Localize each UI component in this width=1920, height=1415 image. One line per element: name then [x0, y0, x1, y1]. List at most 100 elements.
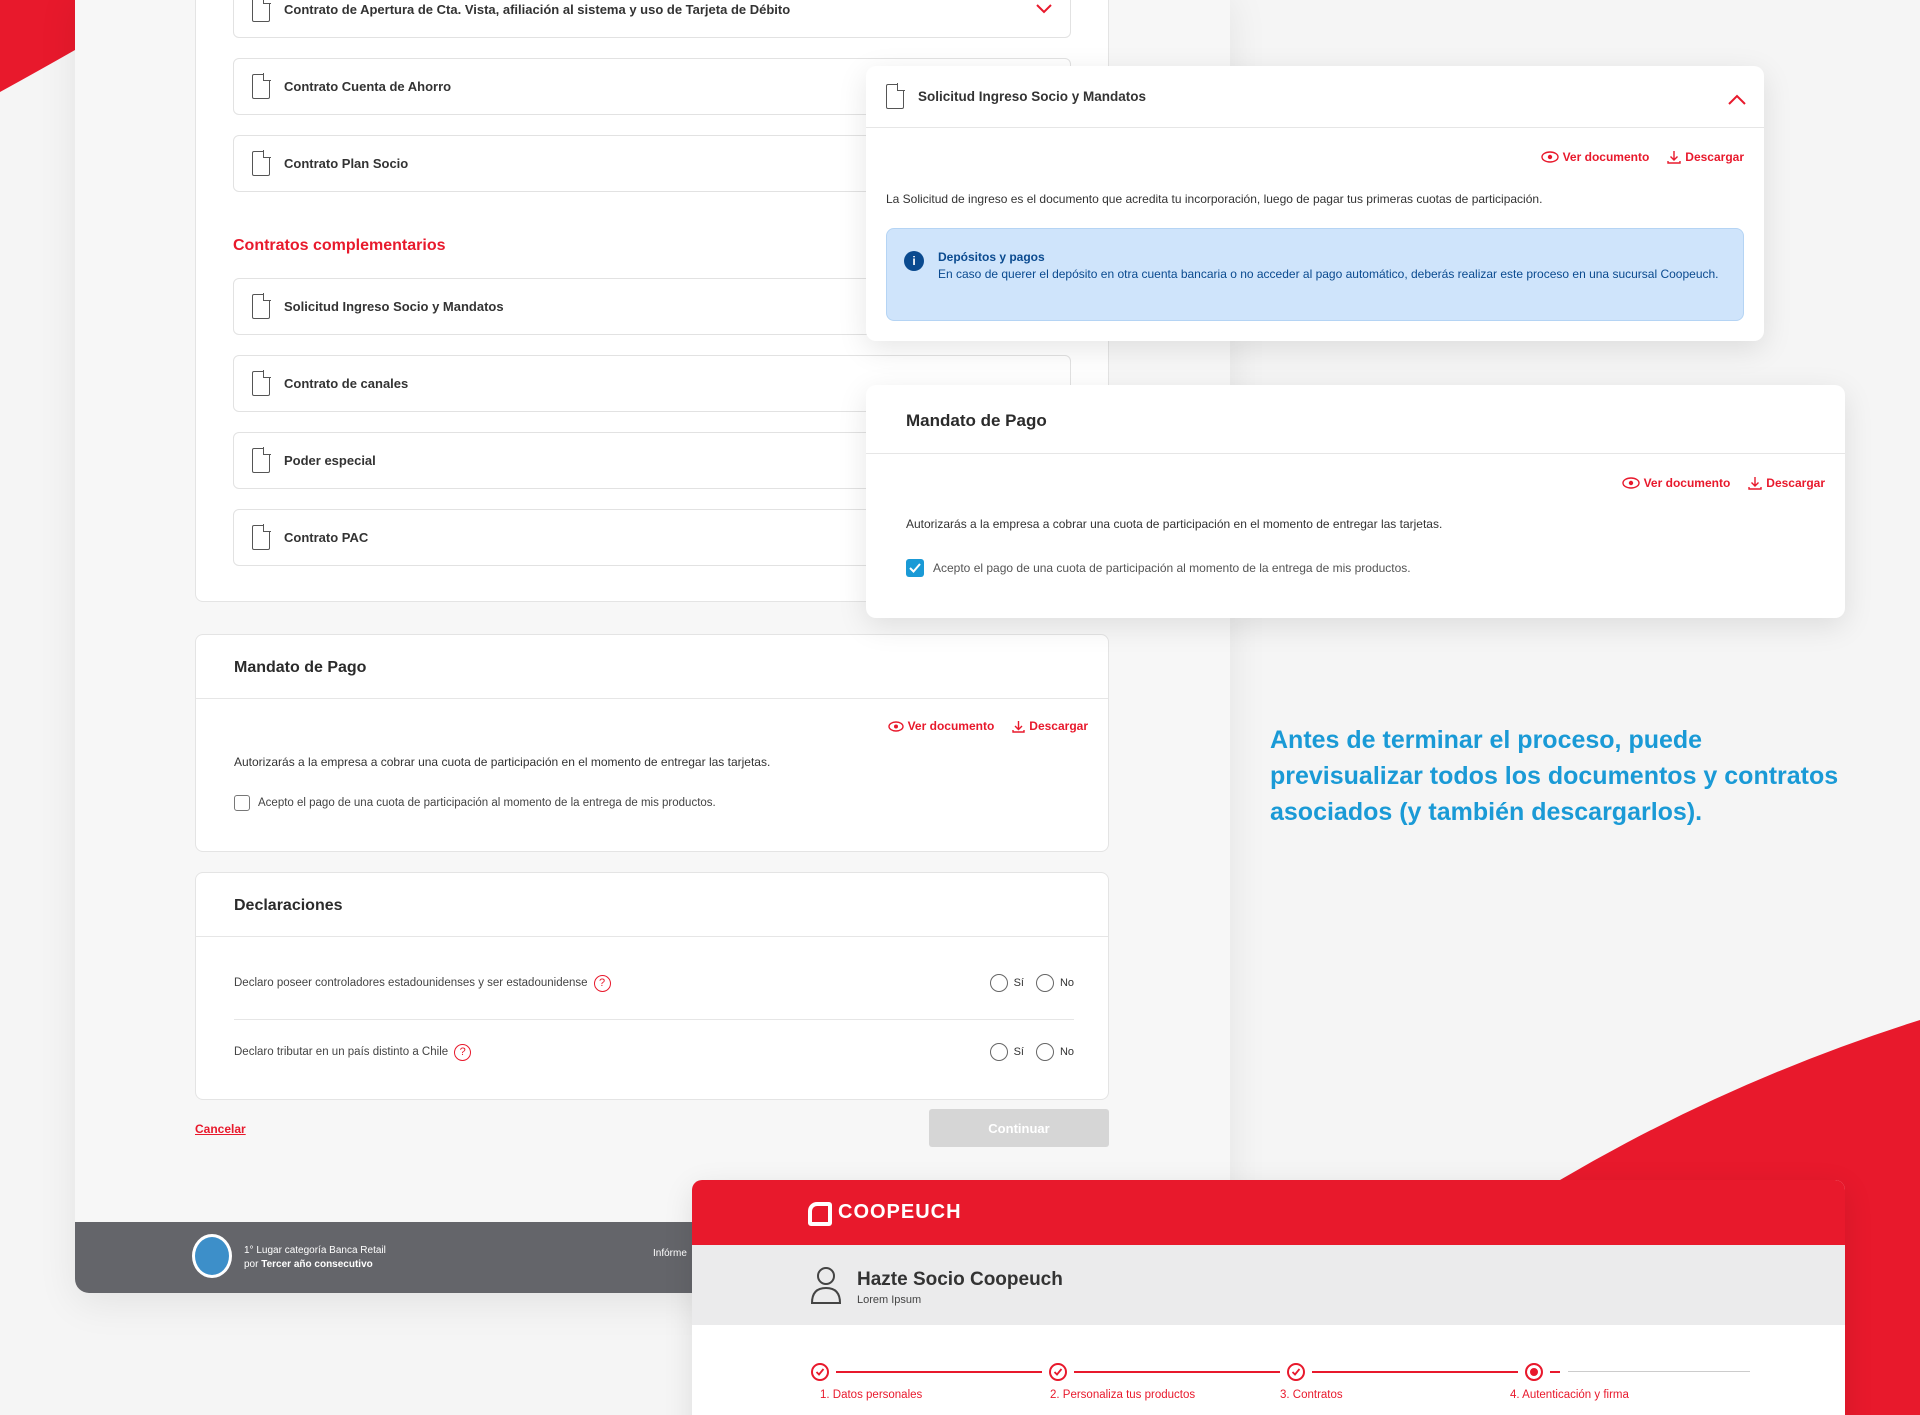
- accept-checkbox[interactable]: [234, 795, 250, 811]
- step-label: 1. Datos personales: [820, 1389, 923, 1401]
- step-label: 2. Personaliza tus productos: [1050, 1389, 1196, 1401]
- step-current-icon: [1525, 1363, 1543, 1381]
- divider: [196, 936, 1108, 937]
- cancel-link[interactable]: Cancelar: [195, 1122, 246, 1136]
- radio-no-group[interactable]: No: [1035, 1043, 1074, 1061]
- descargar-link[interactable]: Descargar: [1667, 150, 1744, 164]
- mandato-title: Mandato de Pago: [906, 411, 1047, 430]
- radio-no-label: No: [1059, 1046, 1074, 1058]
- chevron-up-icon[interactable]: [1728, 94, 1746, 105]
- coopeuch-card: COOPEUCH Hazte Socio Coopeuch Lorem Ipsu…: [692, 1180, 1845, 1415]
- solicitud-card: Solicitud Ingreso Socio y Mandatos Ver d…: [866, 66, 1764, 341]
- footer-info-link[interactable]: Infórme: [653, 1248, 687, 1259]
- award-badge-icon: [192, 1234, 232, 1278]
- step-label: 3. Contratos: [1280, 1389, 1343, 1401]
- row-divider: [234, 1019, 1074, 1020]
- solicitud-actions: Ver documento Descargar: [1540, 150, 1744, 164]
- document-label: Solicitud Ingreso Socio y Mandatos: [284, 299, 504, 314]
- declaraciones-panel: Declaraciones Declaro poseer controlador…: [195, 872, 1109, 1100]
- mandato-title: Mandato de Pago: [234, 659, 367, 676]
- red-corner-shape-top: [0, 0, 75, 92]
- radio-si-group[interactable]: Sí: [989, 974, 1024, 992]
- user-icon: [810, 1267, 842, 1304]
- step-complete-icon: [811, 1363, 829, 1381]
- declaracion-text: Declaro tributar en un país distinto a C…: [234, 1046, 449, 1058]
- footer-line2: por Tercer año consecutivo: [244, 1259, 373, 1270]
- complementarios-title: Contratos complementarios: [233, 237, 446, 254]
- document-label: Contrato Plan Socio: [284, 156, 409, 171]
- help-icon[interactable]: ?: [593, 974, 611, 992]
- descargar-label: Descargar: [1766, 476, 1825, 490]
- declaracion-text: Declaro poseer controladores estadounide…: [234, 977, 588, 989]
- mandato-panel: Mandato de Pago Ver documento Descargar …: [195, 634, 1109, 852]
- document-icon: [252, 73, 271, 99]
- document-label: Contrato de Apertura de Cta. Vista, afil…: [284, 2, 791, 17]
- descargar-label: Descargar: [1685, 150, 1744, 164]
- continue-button[interactable]: Continuar: [929, 1109, 1109, 1147]
- radio-no-group[interactable]: No: [1035, 974, 1074, 992]
- mandato-text: Autorizarás a la empresa a cobrar una cu…: [906, 517, 1443, 531]
- mandato-checkbox-row[interactable]: Acepto el pago de una cuota de participa…: [234, 795, 716, 811]
- mandato-actions: Ver documento Descargar: [1621, 476, 1825, 490]
- divider: [866, 127, 1764, 128]
- step-label: 4. Autenticación y firma: [1510, 1389, 1629, 1401]
- accept-checkbox-label: Acepto el pago de una cuota de participa…: [933, 561, 1411, 575]
- radio-si-group[interactable]: Sí: [989, 1043, 1024, 1061]
- check-icon: [909, 563, 921, 573]
- coopeuch-brand: COOPEUCH: [838, 1201, 962, 1223]
- title-bar: Hazte Socio Coopeuch Lorem Ipsum: [692, 1245, 1845, 1325]
- footer-line1: 1° Lugar categoría Banca Retail: [244, 1245, 386, 1256]
- step-connector: [1550, 1371, 1560, 1373]
- radio-si-label: Sí: [1013, 977, 1024, 989]
- info-title: Depósitos y pagos: [938, 250, 1045, 264]
- step-connector-pending: [1568, 1371, 1750, 1372]
- document-icon: [252, 293, 271, 319]
- mandato-card-checked: Mandato de Pago Ver documento Descargar …: [866, 385, 1845, 618]
- radio-no-label: No: [1059, 977, 1074, 989]
- document-icon: [252, 447, 271, 473]
- eye-icon: [1540, 151, 1559, 163]
- document-icon: [252, 524, 271, 550]
- accept-checkbox-label: Acepto el pago de una cuota de participa…: [258, 797, 716, 809]
- ver-documento-link[interactable]: Ver documento: [1621, 476, 1731, 490]
- info-icon: i: [904, 251, 924, 271]
- radio-no[interactable]: [1035, 1043, 1054, 1061]
- chevron-down-icon[interactable]: [1036, 4, 1052, 14]
- step-connector: [836, 1371, 1042, 1373]
- download-icon: [1012, 720, 1025, 733]
- document-label: Contrato de canales: [284, 376, 409, 391]
- checked-checkbox[interactable]: [906, 559, 924, 577]
- radio-si[interactable]: [989, 1043, 1008, 1061]
- download-icon: [1748, 477, 1762, 490]
- step-complete-icon: [1287, 1363, 1305, 1381]
- help-icon[interactable]: ?: [454, 1043, 472, 1061]
- divider: [196, 698, 1108, 699]
- ver-documento-label: Ver documento: [907, 719, 995, 733]
- document-label: Contrato Cuenta de Ahorro: [284, 79, 452, 94]
- document-icon: [252, 370, 271, 396]
- radio-si[interactable]: [989, 974, 1008, 992]
- ver-documento-label: Ver documento: [1643, 476, 1731, 490]
- solicitud-title: Solicitud Ingreso Socio y Mandatos: [918, 89, 1147, 104]
- step-complete-icon: [1049, 1363, 1067, 1381]
- descargar-label: Descargar: [1029, 719, 1088, 733]
- document-icon: [252, 0, 271, 22]
- declaracion-row: Declaro tributar en un país distinto a C…: [234, 1040, 1074, 1064]
- tagline: Antes de terminar el proceso, puede prev…: [1270, 726, 1839, 826]
- mandato-actions: Ver documento Descargar: [887, 719, 1088, 733]
- ver-documento-link[interactable]: Ver documento: [1540, 150, 1649, 164]
- step-connector: [1074, 1371, 1280, 1373]
- document-row[interactable]: Contrato de Apertura de Cta. Vista, afil…: [233, 0, 1071, 38]
- descargar-link[interactable]: Descargar: [1012, 719, 1088, 733]
- descargar-link[interactable]: Descargar: [1748, 476, 1825, 490]
- document-label: Contrato PAC: [284, 530, 369, 545]
- mandato-checkbox-row[interactable]: Acepto el pago de una cuota de participa…: [906, 559, 1411, 577]
- solicitud-header[interactable]: Solicitud Ingreso Socio y Mandatos: [886, 83, 1147, 109]
- radio-no[interactable]: [1035, 974, 1054, 992]
- eye-icon: [887, 720, 904, 732]
- eye-icon: [1621, 477, 1640, 489]
- declaracion-row: Declaro poseer controladores estadounide…: [234, 971, 1074, 995]
- ver-documento-link[interactable]: Ver documento: [887, 719, 995, 733]
- coopeuch-logo-icon: [808, 1202, 832, 1226]
- document-label: Poder especial: [284, 453, 376, 468]
